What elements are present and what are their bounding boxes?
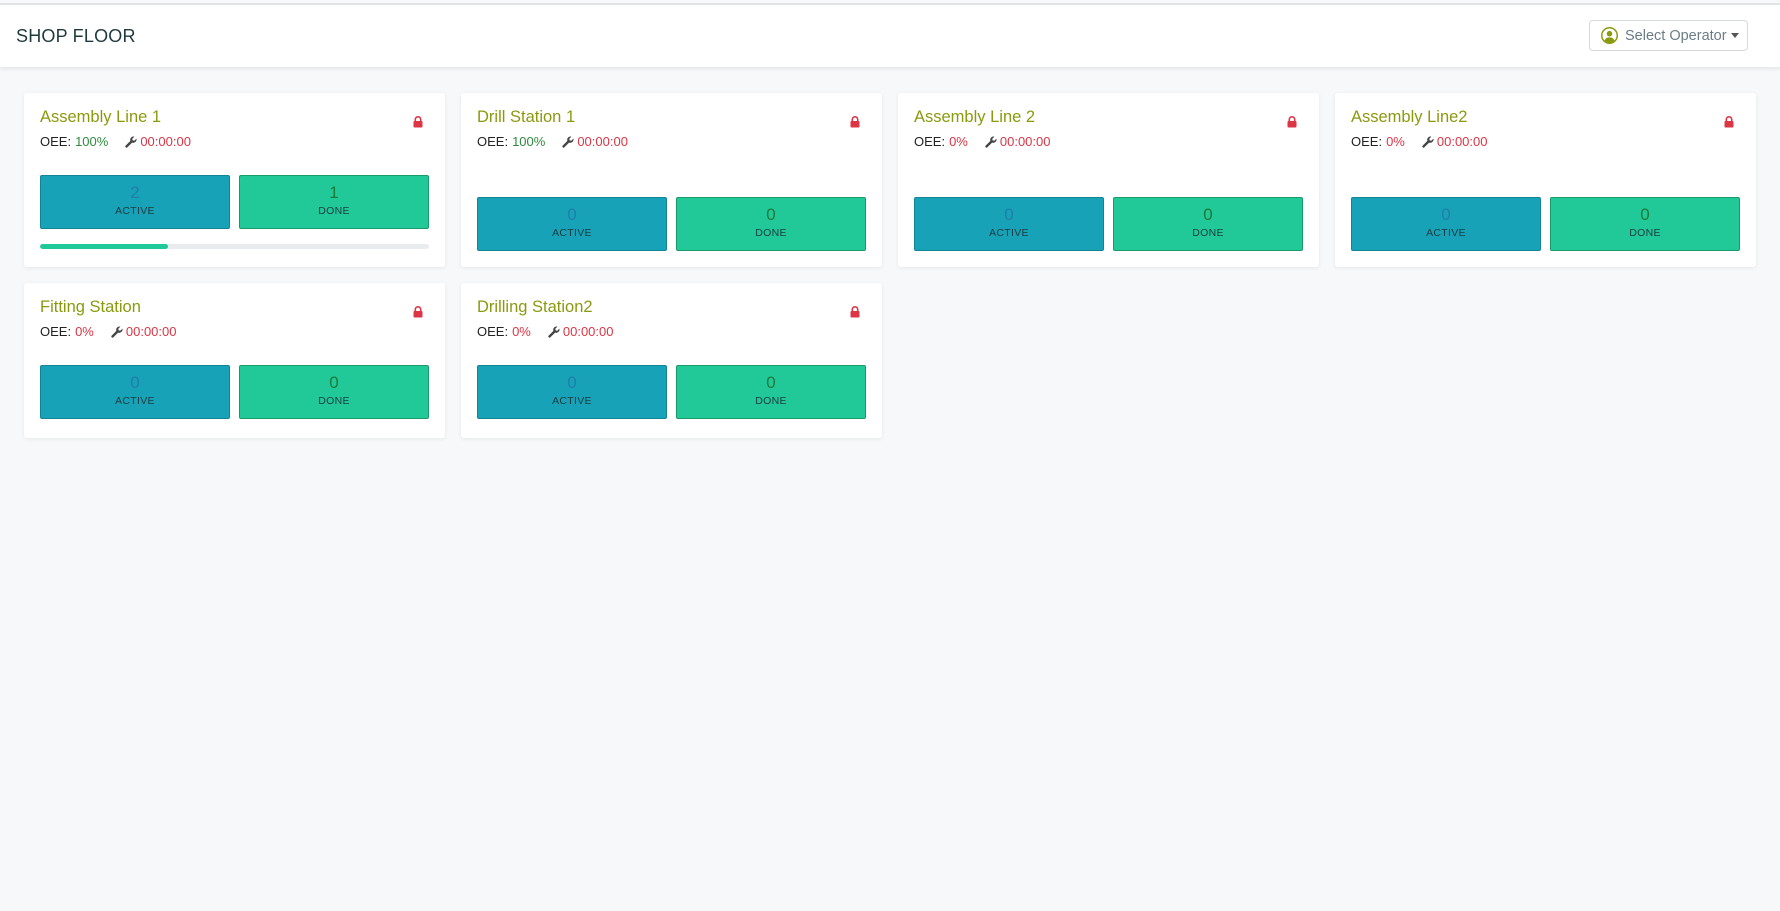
- oee-value: 100%: [75, 134, 109, 149]
- done-count: 0: [766, 205, 776, 224]
- active-count-button[interactable]: 0 ACTIVE: [1351, 197, 1541, 251]
- oee-label: OEE:: [914, 134, 946, 149]
- station-meta: OEE: 100% 00:00:00: [477, 134, 628, 149]
- active-count: 0: [130, 373, 140, 392]
- station-card[interactable]: Assembly Line2 OEE: 0% 00:00:00 0 ACTIVE…: [1335, 93, 1756, 267]
- oee-value: 100%: [512, 134, 546, 149]
- active-count-button[interactable]: 0 ACTIVE: [477, 197, 667, 251]
- lock-icon: [1724, 116, 1734, 128]
- oee-value: 0%: [949, 134, 968, 149]
- chevron-down-icon: [1730, 33, 1739, 38]
- oee-label: OEE:: [477, 134, 509, 149]
- done-count: 1: [329, 183, 339, 202]
- active-count: 0: [1441, 205, 1451, 224]
- select-operator-button[interactable]: Select Operator: [1589, 20, 1748, 51]
- oee-label: OEE:: [477, 324, 509, 339]
- wrench-icon: [985, 135, 997, 148]
- oee-label: OEE:: [40, 134, 72, 149]
- station-card[interactable]: Fitting Station OEE: 0% 00:00:00 0 ACTIV…: [24, 283, 445, 438]
- active-count-button[interactable]: 0 ACTIVE: [477, 365, 667, 419]
- done-count-button[interactable]: 0 DONE: [1550, 197, 1740, 251]
- active-label: ACTIVE: [989, 227, 1029, 239]
- done-label: DONE: [318, 205, 350, 217]
- active-count-button[interactable]: 2 ACTIVE: [40, 175, 230, 229]
- oee-value: 0%: [512, 324, 531, 339]
- select-operator-label: Select Operator: [1625, 27, 1727, 44]
- progress-bar: [40, 244, 429, 249]
- wrench-icon: [548, 325, 560, 338]
- station-card[interactable]: Assembly Line 1 OEE: 100% 00:00:00 2 ACT…: [24, 93, 445, 267]
- active-count: 0: [567, 205, 577, 224]
- wrench-icon: [562, 135, 574, 148]
- navbar: SHOP FLOOR Select Operator: [0, 5, 1780, 68]
- done-label: DONE: [755, 227, 787, 239]
- station-name: Drilling Station2: [477, 298, 593, 316]
- downtime-timer: 00:00:00: [562, 324, 614, 339]
- done-count-button[interactable]: 0 DONE: [676, 197, 866, 251]
- downtime-timer: 00:00:00: [999, 134, 1051, 149]
- station-meta: OEE: 0% 00:00:00: [40, 324, 176, 339]
- lock-icon: [1287, 116, 1297, 128]
- station-name: Assembly Line2: [1351, 108, 1468, 126]
- user-circle-icon: [1601, 27, 1618, 44]
- active-label: ACTIVE: [115, 395, 155, 407]
- active-count: 0: [567, 373, 577, 392]
- downtime-timer: 00:00:00: [125, 324, 177, 339]
- station-name: Fitting Station: [40, 298, 141, 316]
- done-label: DONE: [318, 395, 350, 407]
- station-meta: OEE: 0% 00:00:00: [914, 134, 1050, 149]
- station-card[interactable]: Assembly Line 2 OEE: 0% 00:00:00 0 ACTIV…: [898, 93, 1319, 267]
- wrench-icon: [125, 135, 137, 148]
- active-label: ACTIVE: [552, 227, 592, 239]
- active-count: 0: [1004, 205, 1014, 224]
- active-count: 2: [130, 183, 140, 202]
- active-count-button[interactable]: 0 ACTIVE: [914, 197, 1104, 251]
- oee-value: 0%: [1386, 134, 1405, 149]
- downtime-timer: 00:00:00: [140, 134, 191, 149]
- done-count: 0: [1640, 205, 1650, 224]
- active-label: ACTIVE: [115, 205, 155, 217]
- done-count: 0: [766, 373, 776, 392]
- lock-icon: [850, 116, 860, 128]
- station-meta: OEE: 0% 00:00:00: [1351, 134, 1487, 149]
- lock-icon: [413, 306, 423, 318]
- done-label: DONE: [1192, 227, 1224, 239]
- done-count: 0: [329, 373, 339, 392]
- station-meta: OEE: 100% 00:00:00: [40, 134, 191, 149]
- progress-fill: [40, 244, 169, 249]
- wrench-icon: [1422, 135, 1434, 148]
- station-name: Assembly Line 2: [914, 108, 1036, 126]
- page-title: SHOP FLOOR: [16, 26, 136, 46]
- done-count-button[interactable]: 0 DONE: [239, 365, 429, 419]
- lock-icon: [850, 306, 860, 318]
- station-name: Drill Station 1: [477, 108, 576, 126]
- downtime-timer: 00:00:00: [1436, 134, 1488, 149]
- lock-icon: [413, 116, 423, 128]
- oee-label: OEE:: [40, 324, 72, 339]
- oee-value: 0%: [75, 324, 94, 339]
- wrench-icon: [111, 325, 123, 338]
- oee-label: OEE:: [1351, 134, 1383, 149]
- done-label: DONE: [1629, 227, 1661, 239]
- active-label: ACTIVE: [1426, 227, 1466, 239]
- station-card[interactable]: Drilling Station2 OEE: 0% 00:00:00 0 ACT…: [461, 283, 882, 438]
- station-meta: OEE: 0% 00:00:00: [477, 324, 613, 339]
- done-count-button[interactable]: 1 DONE: [239, 175, 429, 229]
- done-label: DONE: [755, 395, 787, 407]
- done-count-button[interactable]: 0 DONE: [1113, 197, 1303, 251]
- active-label: ACTIVE: [552, 395, 592, 407]
- done-count-button[interactable]: 0 DONE: [676, 365, 866, 419]
- done-count: 0: [1203, 205, 1213, 224]
- station-name: Assembly Line 1: [40, 108, 162, 126]
- downtime-timer: 00:00:00: [577, 134, 628, 149]
- station-card[interactable]: Drill Station 1 OEE: 100% 00:00:00 0 ACT…: [461, 93, 882, 267]
- active-count-button[interactable]: 0 ACTIVE: [40, 365, 230, 419]
